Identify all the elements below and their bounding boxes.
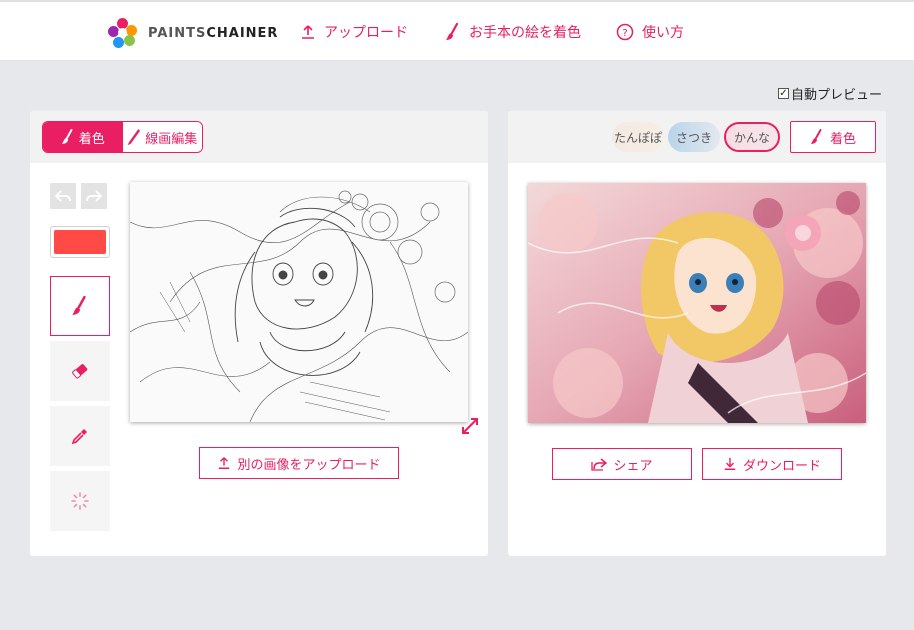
mode-colorize-button[interactable]: 着色 [43, 122, 123, 152]
eraser-tool[interactable] [50, 341, 110, 401]
upload-other-button[interactable]: 別の画像をアップロード [199, 447, 399, 479]
logo-text: PAINTSCHAINER [148, 25, 279, 41]
nav-upload[interactable]: アップロード [300, 20, 408, 44]
nav-howto-label: 使い方 [642, 25, 684, 41]
upload-icon [302, 25, 314, 39]
color-picker[interactable] [50, 226, 110, 258]
brush-icon [72, 296, 86, 315]
result-panel: たんぽぽ さつき かんな 着色 シェア ダウンロード [508, 111, 886, 556]
pen-icon [127, 129, 141, 145]
result-panel-header: たんぽぽ さつき かんな 着色 [508, 111, 886, 163]
help-icon: ? [616, 23, 634, 41]
line-art-canvas[interactable] [130, 182, 468, 422]
share-icon [591, 458, 608, 471]
style-tanpopo[interactable]: たんぽぽ [612, 122, 664, 152]
auto-preview-toggle[interactable]: ✓ 自動プレビュー [778, 84, 882, 103]
line-art-image [130, 182, 468, 422]
mode-toggle: 着色 線画編集 [42, 121, 203, 153]
header: PAINTSCHAINER アップロード お手本の絵を着色 ? 使い方 [0, 0, 914, 61]
current-color-swatch [54, 230, 106, 254]
brush-icon [446, 23, 459, 40]
expand-button[interactable] [461, 417, 479, 439]
brush-icon [61, 129, 73, 144]
svg-text:?: ? [622, 28, 627, 39]
expand-icon [462, 418, 478, 434]
brush-icon [810, 129, 822, 144]
logo[interactable]: PAINTSCHAINER [108, 18, 278, 48]
eraser-icon [72, 364, 88, 379]
eyedropper-tool[interactable] [50, 406, 110, 466]
style-satsuki[interactable]: さつき [668, 122, 720, 152]
auto-preview-label: 自動プレビュー [791, 88, 883, 103]
colorized-result [528, 183, 866, 423]
upload-icon [219, 457, 230, 469]
colorized-image [528, 183, 866, 423]
sketch-panel-header: 着色 線画編集 [30, 111, 488, 163]
style-kanna[interactable]: かんな [724, 122, 780, 152]
redo-icon [86, 190, 102, 202]
undo-button[interactable] [50, 183, 76, 209]
loading-tool[interactable] [50, 471, 110, 531]
logo-mark [108, 18, 138, 48]
loading-icon [71, 492, 89, 510]
nav-upload-label: アップロード [324, 25, 408, 41]
eyedropper-icon [71, 429, 87, 445]
auto-preview-checkbox[interactable]: ✓ [778, 88, 789, 99]
undo-icon [55, 190, 71, 202]
nav-sample-colorize[interactable]: お手本の絵を着色 [445, 20, 581, 44]
share-button[interactable]: シェア [552, 448, 692, 480]
brush-tool[interactable] [50, 276, 110, 336]
nav-howto[interactable]: ? 使い方 [616, 20, 684, 44]
history-controls [50, 183, 107, 209]
nav-sample-label: お手本の絵を着色 [469, 25, 581, 41]
download-icon [724, 457, 736, 470]
mode-lineedit-button[interactable]: 線画編集 [122, 122, 202, 152]
redo-button[interactable] [81, 183, 107, 209]
sketch-panel: 着色 線画編集 別の画像をアップロード [30, 111, 488, 556]
download-button[interactable]: ダウンロード [702, 448, 842, 480]
colorize-button[interactable]: 着色 [790, 121, 876, 153]
